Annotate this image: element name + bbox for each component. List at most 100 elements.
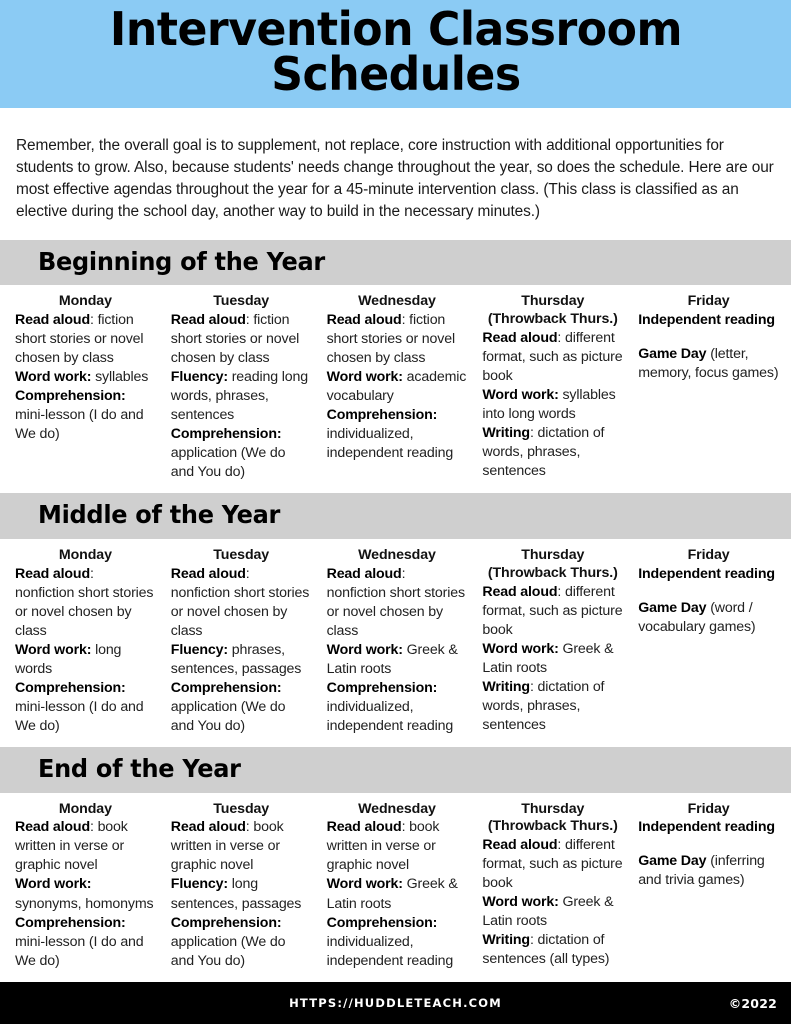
day-name-main: Wednesday [358,546,436,563]
poster-page: Intervention Classroom Schedules Remembe… [0,0,791,1024]
activity-label: Independent reading [638,819,775,836]
activity-item: Read aloud: book written in verse or gra… [15,818,156,875]
activity-item: Read aloud: nonfiction short stories or … [327,565,468,641]
activity-label: Read aloud [15,819,90,836]
page-title: Intervention Classroom Schedules [109,6,682,97]
activity-text: mini-lesson (I do and We do) [15,407,144,443]
activity-list: Read aloud: book written in verse or gra… [171,818,312,970]
page-title-line2: Schedules [270,47,521,101]
activity-label: Word work: [482,387,559,404]
day-name-main: Friday [687,546,730,563]
day-name-sub: (Throwback Thurs.) [487,564,618,581]
activity-item: Game Day (inferring and trivia games) [638,852,779,890]
activity-item: Comprehension: individualized, independe… [327,679,468,736]
activity-item: Independent reading [638,818,779,837]
activity-text: application (We do and You do) [170,698,286,734]
day-name: Thursday (Throwback Thurs.) [482,801,623,837]
day-grid: Monday Read aloud: fiction short stories … [0,285,791,482]
activity-text: nonfiction short stories or novel chosen… [326,584,466,639]
schedule-sections: Beginning of the Year Monday Read aloud: f… [0,239,791,971]
activity-item: Word work: Greek & Latin roots [482,893,623,931]
activity-label: Writing [482,678,530,695]
activity-item: Read aloud: book written in verse or gra… [171,818,312,875]
activity-label: Fluency: [170,369,228,386]
day-name-main: Thursday [521,293,585,310]
activity-label: Word work: [482,894,559,911]
activity-item: Word work: long words [15,641,156,679]
activity-label: Comprehension: [170,914,282,931]
activity-list: Read aloud: nonfiction short stories or … [15,565,156,736]
section-title: Middle of the Year [38,500,281,530]
day-name: Tuesday [171,293,312,311]
schedule-section: Middle of the Year Monday Read aloud: nonf… [0,493,791,736]
activity-separator: : [557,329,565,346]
activity-label: Word work: [15,641,92,658]
day-column: Friday Independent reading Game Day (word … [629,547,785,736]
day-column: Tuesday Read aloud: nonfiction short stor… [162,547,318,736]
activity-list: Read aloud: fiction short stories or nov… [171,311,312,482]
section-header: Middle of the Year [0,493,791,539]
activity-item: Game Day (word / vocabulary games) [638,599,779,637]
day-name: Tuesday [171,547,312,565]
activity-label: Word work: [15,369,92,386]
activity-text: mini-lesson (I do and We do) [15,698,144,734]
activity-label: Word work: [326,876,403,893]
activity-separator: : [529,932,538,949]
day-name-sub: (Throwback Thurs.) [487,311,618,328]
activity-item: Comprehension: mini-lesson (I do and We … [15,914,156,971]
activity-item: Game Day (letter, memory, focus games) [638,345,779,383]
activity-list: Read aloud: book written in verse or gra… [327,818,468,970]
activity-list: Read aloud: different format, such as pi… [482,329,623,481]
activity-label: Read aloud [170,819,246,836]
activity-item: Read aloud: different format, such as pi… [482,583,623,640]
activity-label: Writing [482,932,530,949]
activity-item: Comprehension: mini-lesson (I do and We … [15,679,156,736]
day-grid: Monday Read aloud: book written in verse … [0,793,791,971]
activity-item: Comprehension: application (We do and Yo… [171,914,312,971]
activity-item: Read aloud: nonfiction short stories or … [15,565,156,641]
activity-separator: : [529,425,538,442]
activity-label: Comprehension: [170,426,282,443]
activity-text: application (We do and You do) [170,445,286,481]
activity-list: Read aloud: different format, such as pi… [482,836,623,969]
activity-item: Word work: Greek & Latin roots [327,641,468,679]
section-header: End of the Year [0,747,791,793]
day-column: Thursday (Throwback Thurs.) Read aloud: di… [473,293,629,482]
footer-bar: HTTPS://HUDDLETEACH.COM ©2022 [0,982,791,1024]
day-name-main: Monday [58,800,112,817]
activity-separator: : [89,565,94,582]
activity-item: Word work: Greek & Latin roots [482,640,623,678]
day-column: Tuesday Read aloud: book written in verse… [162,801,318,971]
activity-separator: : [529,678,538,695]
footer-url[interactable]: HTTPS://HUDDLETEACH.COM [0,996,791,1010]
day-name: Monday [15,293,156,311]
activity-label: Comprehension: [170,679,282,696]
section-title: End of the Year [38,754,241,783]
activity-separator: : [245,565,250,582]
day-column: Wednesday Read aloud: fiction short stori… [318,293,474,482]
activity-separator: : [401,565,406,582]
activity-label: Read aloud [326,565,402,582]
day-name: Monday [15,801,156,819]
activity-item: Word work: syllables [15,368,156,387]
day-column: Friday Independent reading Game Day (infer… [629,801,785,971]
activity-item: Word work: syllables into long words [482,386,623,424]
activity-label: Read aloud [482,583,558,600]
activity-item: Writing: dictation of words, phrases, se… [482,678,623,735]
activity-item: Fluency: reading long words, phrases, se… [171,368,312,425]
day-name: Wednesday [327,547,468,565]
activity-label: Fluency: [170,876,228,893]
day-column: Monday Read aloud: book written in verse … [6,801,162,971]
activity-item: Read aloud: different format, such as pi… [482,836,623,893]
activity-item: Independent reading [638,311,779,330]
activity-list: Independent reading Game Day (word / voca… [638,565,779,637]
activity-text: individualized, independent reading [326,698,454,734]
activity-label: Word work: [326,369,403,386]
day-name: Friday [638,801,779,819]
activity-label: Read aloud [170,312,246,329]
day-name-main: Wednesday [358,293,436,310]
schedule-section: Beginning of the Year Monday Read aloud: f… [0,239,791,483]
activity-label: Comprehension: [15,914,126,931]
activity-separator: : [557,837,565,854]
section-header: Beginning of the Year [0,239,791,286]
